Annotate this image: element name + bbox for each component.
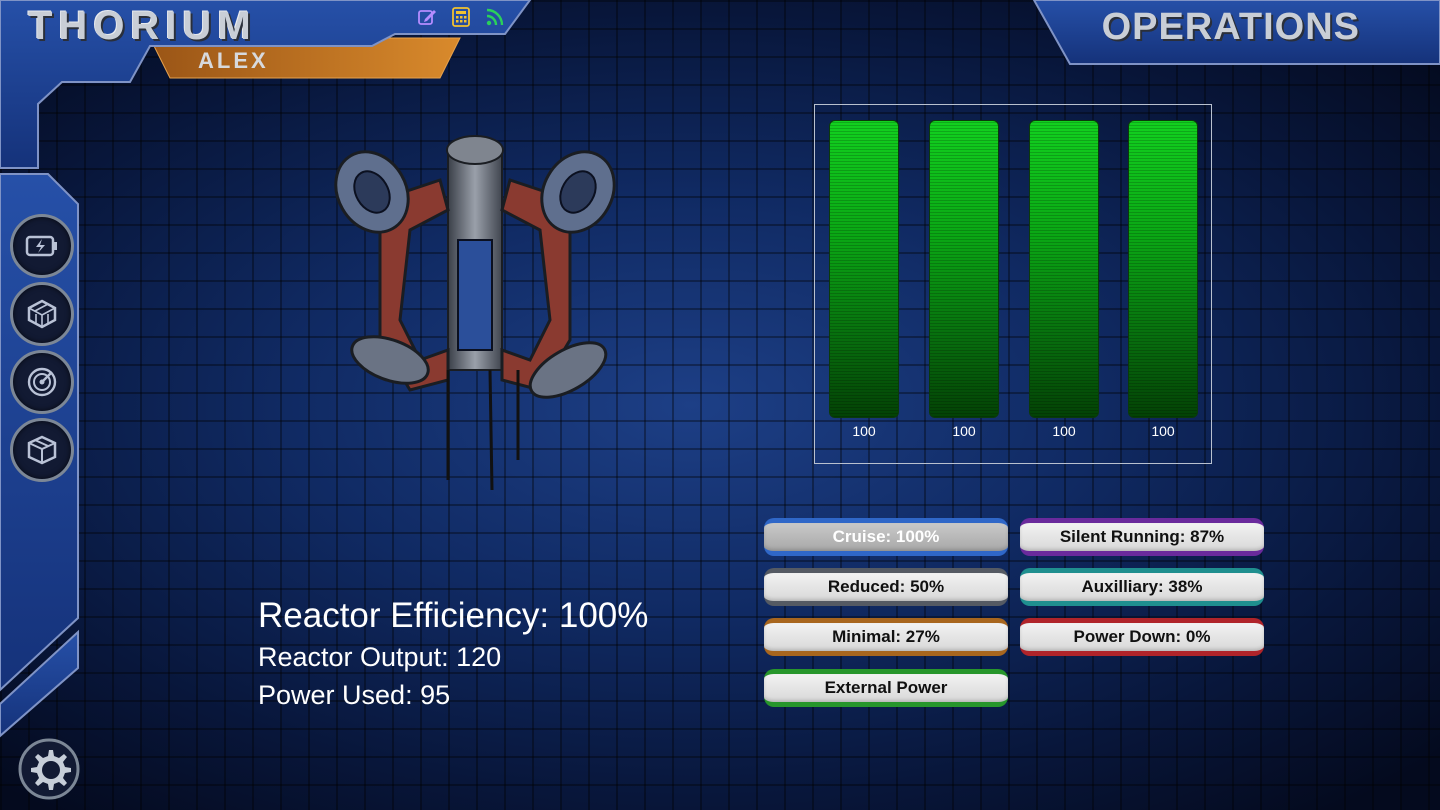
sidebar-item-power[interactable] [10,214,74,278]
mode-minimal-button[interactable]: Minimal: 27% [764,618,1008,656]
reactor-bar [1128,120,1198,418]
reactor-bar [1029,120,1099,418]
rss-icon[interactable] [484,6,506,28]
reactor-bar-value: 100 [952,423,976,439]
top-toolbar [416,6,506,28]
calculator-icon[interactable] [450,6,472,28]
mode-cruise-button[interactable]: Cruise: 100% [764,518,1008,556]
reactor-output: Reactor Output: 120 [258,642,502,672]
mode-external-power-button[interactable]: External Power [764,669,1008,707]
reactor-output-panel: 100 100 100 100 [814,104,1212,464]
reactor-efficiency: Reactor Efficiency: 100% [258,596,649,635]
reactor-bar-value: 100 [1151,423,1175,439]
reactor-bar-value: 100 [1052,423,1076,439]
mode-reduced-button[interactable]: Reduced: 50% [764,568,1008,606]
edit-icon[interactable] [416,6,438,28]
box-icon [27,435,57,465]
settings-button[interactable] [18,738,80,800]
power-used: Power Used: 95 [258,680,451,710]
mode-auxilliary-button[interactable]: Auxilliary: 38% [1020,568,1264,606]
user-name: ALEX [198,48,269,73]
sidebar-item-sensors[interactable] [10,350,74,414]
background-grid [0,0,1440,810]
reactor-bar-value: 100 [852,423,876,439]
cube-wireframe-icon [27,299,57,329]
reactor-bar [829,120,899,418]
gear-icon [18,738,80,800]
sidebar-item-cargo[interactable] [10,418,74,482]
ship-model [334,135,616,491]
reactor-bar [929,120,999,418]
mode-silent-running-button[interactable]: Silent Running: 87% [1020,518,1264,556]
app-title: THORIUM [28,4,257,48]
station-title: OPERATIONS [1101,6,1360,48]
battery-charging-icon [25,235,57,257]
ui-frame [0,0,1440,738]
mode-power-down-button[interactable]: Power Down: 0% [1020,618,1264,656]
radar-icon [27,367,57,397]
sidebar-item-3d-view[interactable] [10,282,74,346]
